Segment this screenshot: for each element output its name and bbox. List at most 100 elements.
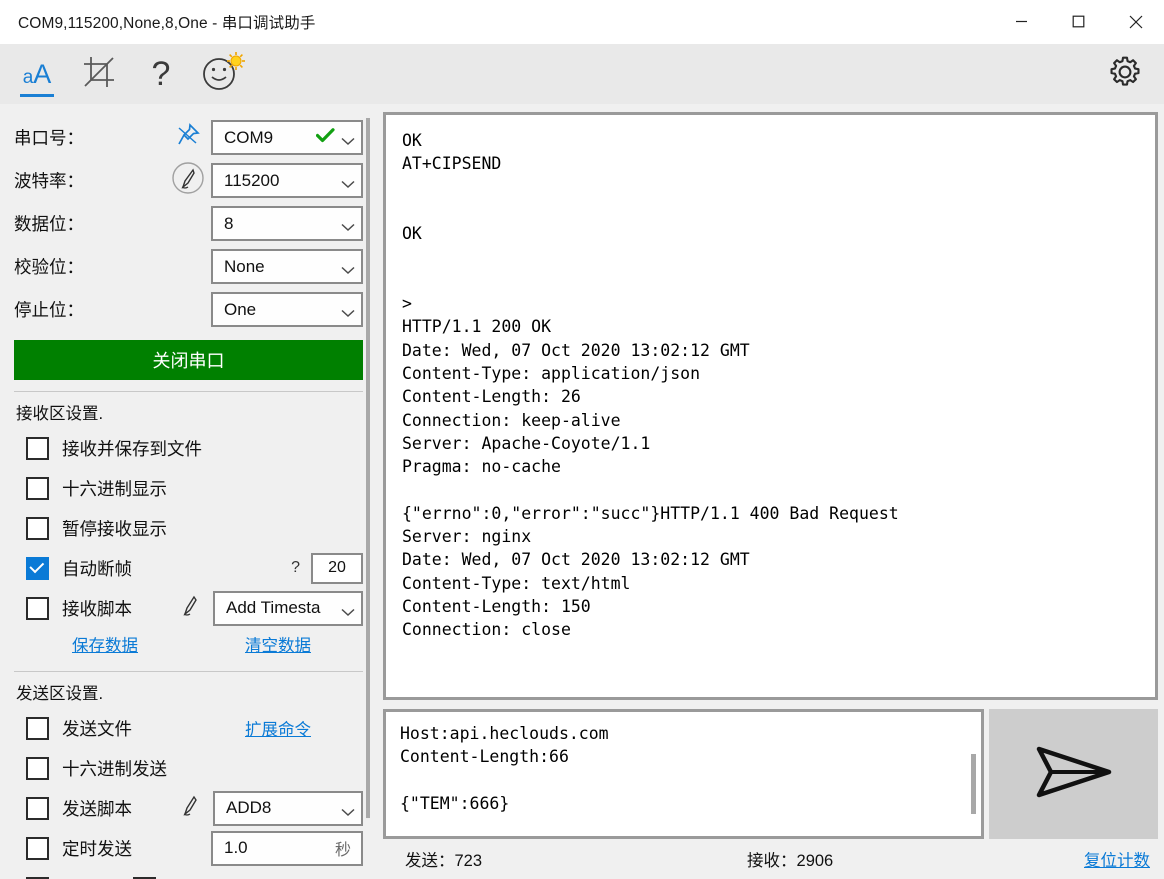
toolbar: aA ? <box>0 44 1164 104</box>
help-button[interactable]: ? <box>130 45 192 103</box>
send-text: Host:api.heclouds.com Content-Length:66 … <box>400 722 971 815</box>
receive-save-to-file-checkbox[interactable] <box>26 437 49 460</box>
minimize-button[interactable] <box>993 0 1050 44</box>
flow-control-row: DTR RTS <box>14 868 363 879</box>
serial-debug-assistant-window: COM9,115200,None,8,One - 串口调试助手 aA <box>0 0 1164 879</box>
send-button[interactable] <box>989 709 1158 839</box>
timed-send-row: 定时发送 1.0 秒 <box>14 828 363 868</box>
port-row: 串口号： COM9 <box>14 116 363 159</box>
receive-text: OK AT+CIPSEND OK > HTTP/1.1 200 OK Date:… <box>402 129 1145 642</box>
pen-icon <box>177 806 203 823</box>
pause-receive-display-checkbox[interactable] <box>26 517 49 540</box>
send-arrow-icon <box>1031 743 1117 806</box>
auto-frame-row: 自动断帧 ? 20 <box>14 548 363 588</box>
stopbits-select[interactable]: One <box>211 292 363 327</box>
receive-script-checkbox[interactable] <box>26 597 49 620</box>
port-select[interactable]: COM9 <box>211 120 363 155</box>
baud-select[interactable]: 115200 <box>211 163 363 198</box>
font-icon: aA <box>23 61 52 88</box>
close-port-button[interactable]: 关闭串口 <box>14 340 363 380</box>
port-pin-button[interactable] <box>165 123 211 152</box>
send-script-select[interactable]: ADD8 <box>213 791 363 826</box>
send-textarea[interactable]: Host:api.heclouds.com Content-Length:66 … <box>383 709 984 839</box>
crop-button[interactable] <box>68 45 130 103</box>
crop-icon <box>82 55 116 94</box>
receive-textarea[interactable]: OK AT+CIPSEND OK > HTTP/1.1 200 OK Date:… <box>383 112 1158 700</box>
gear-icon <box>1108 55 1142 94</box>
databits-label: 数据位： <box>14 211 84 236</box>
font-size-button[interactable]: aA <box>6 45 68 103</box>
maximize-button[interactable] <box>1050 0 1107 44</box>
auto-frame-help-icon[interactable]: ? <box>291 559 300 577</box>
send-script-edit-button[interactable] <box>177 793 203 824</box>
pause-receive-display-row[interactable]: 暂停接收显示 <box>14 508 363 548</box>
sidebar-scrollbar[interactable] <box>366 118 370 819</box>
send-script-row: 发送脚本 ADD8 <box>14 788 363 828</box>
save-data-link[interactable]: 保存数据 <box>72 632 138 656</box>
chevron-down-icon <box>341 804 355 813</box>
sidebar-scrollbar-thumb[interactable] <box>366 118 370 818</box>
auto-frame-timeout-input[interactable]: 20 <box>311 553 363 584</box>
pin-icon <box>176 123 200 152</box>
receive-script-row: 接收脚本 Add Timesta <box>14 588 363 628</box>
send-script-label: 发送脚本 <box>62 796 132 821</box>
parity-select[interactable]: None <box>211 249 363 284</box>
send-section-title: 发送区设置. <box>16 680 363 704</box>
send-hex-checkbox[interactable] <box>26 757 49 780</box>
chevron-down-icon <box>341 219 355 228</box>
baud-script-button[interactable] <box>165 161 211 200</box>
send-file-checkbox[interactable] <box>26 717 49 740</box>
send-hex-row[interactable]: 十六进制发送 <box>14 748 363 788</box>
auto-frame-checkbox[interactable] <box>26 557 49 580</box>
main-body: 串口号： COM9 <box>0 104 1164 879</box>
send-hex-label: 十六进制发送 <box>62 756 167 781</box>
stopbits-row: 停止位： One <box>14 288 363 331</box>
chevron-down-icon <box>341 133 355 142</box>
chevron-down-icon <box>341 176 355 185</box>
settings-button[interactable] <box>1094 45 1156 103</box>
auto-frame-label: 自动断帧 <box>62 556 132 581</box>
close-button[interactable] <box>1107 0 1164 44</box>
receive-hex-display-row[interactable]: 十六进制显示 <box>14 468 363 508</box>
send-area: Host:api.heclouds.com Content-Length:66 … <box>383 709 1158 839</box>
clear-data-link[interactable]: 清空数据 <box>245 632 311 656</box>
baud-label: 波特率： <box>14 168 84 193</box>
send-script-value: ADD8 <box>226 798 271 818</box>
receive-save-to-file-row[interactable]: 接收并保存到文件 <box>14 428 363 468</box>
chevron-down-icon <box>341 305 355 314</box>
question-mark-icon: ? <box>152 57 171 91</box>
about-button[interactable] <box>192 45 254 103</box>
databits-select[interactable]: 8 <box>211 206 363 241</box>
divider <box>14 671 363 672</box>
settings-sidebar: 串口号： COM9 <box>0 104 377 879</box>
timed-send-checkbox[interactable] <box>26 837 49 860</box>
baud-row: 波特率： 115200 <box>14 159 363 202</box>
receive-script-select[interactable]: Add Timesta <box>213 591 363 626</box>
font-icon-small-a: a <box>23 67 34 88</box>
send-script-checkbox[interactable] <box>26 797 49 820</box>
send-scrollbar-thumb[interactable] <box>971 754 976 814</box>
chevron-down-icon <box>341 604 355 613</box>
chevron-down-icon <box>341 262 355 271</box>
pen-circle-icon <box>171 161 205 200</box>
pause-receive-display-label: 暂停接收显示 <box>62 516 167 541</box>
timed-send-interval-input[interactable]: 1.0 秒 <box>211 831 363 866</box>
reset-count-link[interactable]: 复位计数 <box>1084 847 1150 871</box>
receive-save-to-file-label: 接收并保存到文件 <box>62 436 202 461</box>
receive-script-label: 接收脚本 <box>62 596 132 621</box>
baud-value: 115200 <box>224 171 279 191</box>
receive-script-value: Add Timesta <box>226 598 321 618</box>
receive-script-edit-button[interactable] <box>177 593 203 624</box>
title-bar: COM9,115200,None,8,One - 串口调试助手 <box>0 0 1164 44</box>
check-icon <box>316 128 335 148</box>
parity-value: None <box>224 257 265 277</box>
receive-hex-display-label: 十六进制显示 <box>62 476 167 501</box>
receive-section-title: 接收区设置. <box>16 400 363 424</box>
extend-command-link[interactable]: 扩展命令 <box>245 716 311 740</box>
pen-icon <box>177 606 203 623</box>
parity-label: 校验位： <box>14 254 84 279</box>
stopbits-label: 停止位： <box>14 297 84 322</box>
receive-hex-display-checkbox[interactable] <box>26 477 49 500</box>
send-file-row: 发送文件 扩展命令 <box>14 708 363 748</box>
databits-value: 8 <box>224 214 233 234</box>
